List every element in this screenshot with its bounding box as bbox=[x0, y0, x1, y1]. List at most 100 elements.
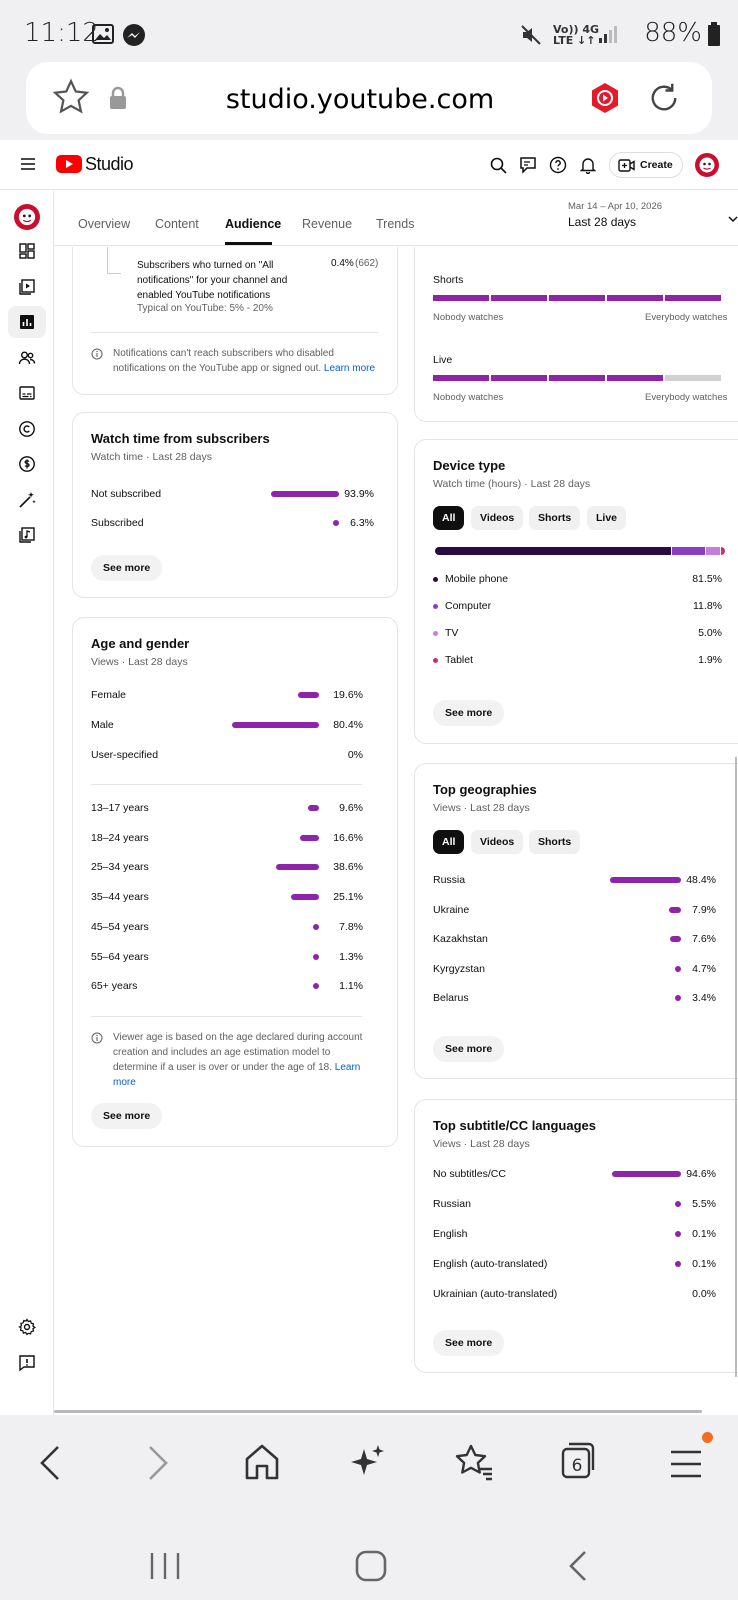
system-home-icon[interactable] bbox=[354, 1549, 388, 1583]
tab-content[interactable]: Content bbox=[155, 217, 199, 231]
row-value: 93.9% bbox=[344, 488, 374, 500]
watch-time-subscribers-card: Watch time from subscribers Watch time ·… bbox=[72, 412, 398, 598]
horizontal-scrollbar[interactable] bbox=[54, 1410, 702, 1413]
subtitles-icon[interactable] bbox=[18, 384, 36, 402]
bookmarks-icon[interactable] bbox=[454, 1443, 494, 1481]
youtube-logo-icon bbox=[56, 155, 82, 173]
row-value: 5.5% bbox=[692, 1198, 716, 1210]
home-icon[interactable] bbox=[244, 1443, 280, 1481]
ai-sparkle-icon[interactable] bbox=[350, 1443, 386, 1481]
row-label: Kazakhstan bbox=[433, 933, 488, 945]
active-tab-indicator bbox=[225, 242, 272, 245]
row-label: Female bbox=[91, 689, 127, 701]
audio-library-icon[interactable] bbox=[18, 526, 36, 544]
back-icon[interactable] bbox=[36, 1443, 66, 1483]
row-label: 45–54 years bbox=[91, 920, 149, 933]
see-more-button[interactable]: See more bbox=[433, 1036, 505, 1062]
row-label: Ukraine bbox=[433, 903, 470, 916]
row-label: Male bbox=[91, 719, 114, 731]
see-more-button[interactable]: See more bbox=[433, 1330, 505, 1356]
info-icon bbox=[91, 1032, 103, 1044]
row-value: 7.6% bbox=[692, 933, 716, 945]
tab-audience[interactable]: Audience bbox=[225, 217, 281, 231]
age-note: Viewer age is based on the age declared … bbox=[113, 1030, 363, 1090]
earn-icon[interactable] bbox=[18, 455, 36, 473]
divider bbox=[91, 1016, 362, 1017]
device-bar-segment bbox=[670, 547, 706, 555]
see-more-button[interactable]: See more bbox=[433, 700, 505, 726]
tab-overview[interactable]: Overview bbox=[78, 217, 130, 231]
studio-extension-icon[interactable] bbox=[590, 82, 620, 114]
analytics-tabs: Overview Content Audience Revenue Trends… bbox=[54, 191, 738, 246]
create-button-label: Create bbox=[640, 159, 673, 171]
scale-segment bbox=[491, 295, 547, 301]
search-icon[interactable] bbox=[490, 157, 507, 174]
row-value: 1.3% bbox=[339, 950, 363, 963]
row-label: 65+ years bbox=[91, 980, 138, 993]
row-value: 19.6% bbox=[333, 689, 363, 701]
row-value: 1.1% bbox=[339, 980, 363, 993]
customization-icon[interactable] bbox=[18, 491, 36, 509]
card-subtitle: Watch time · Last 28 days bbox=[91, 451, 212, 463]
row-value: 0.1% bbox=[692, 1228, 716, 1240]
card-subtitle: Watch time (hours) · Last 28 days bbox=[433, 478, 591, 490]
battery-level: 88% bbox=[644, 18, 702, 48]
copyright-icon[interactable] bbox=[18, 420, 36, 438]
row-label: Belarus bbox=[433, 992, 469, 1004]
row-value: 48.4% bbox=[686, 874, 716, 886]
tab-trends[interactable]: Trends bbox=[376, 217, 414, 231]
help-icon[interactable] bbox=[549, 156, 567, 174]
age-gender-card: Age and gender Views · Last 28 days Fema… bbox=[72, 617, 398, 1147]
avatar[interactable] bbox=[695, 153, 719, 177]
community-icon[interactable] bbox=[18, 349, 36, 367]
menu-icon[interactable] bbox=[20, 157, 36, 171]
reload-icon[interactable] bbox=[646, 80, 682, 116]
row-label: 13–17 years bbox=[91, 802, 149, 814]
analytics-icon[interactable] bbox=[18, 313, 36, 331]
recents-icon[interactable] bbox=[148, 1551, 182, 1581]
filter-chip-all[interactable]: All bbox=[433, 506, 465, 530]
tab-revenue[interactable]: Revenue bbox=[302, 217, 352, 231]
create-button[interactable]: Create bbox=[609, 152, 683, 178]
date-range-picker[interactable]: Mar 14 – Apr 10, 2026 Last 28 days bbox=[566, 199, 738, 235]
row-label: Russian bbox=[433, 1198, 471, 1210]
filter-chip-all[interactable]: All bbox=[433, 830, 465, 854]
comments-icon[interactable] bbox=[519, 156, 537, 174]
vertical-scrollbar[interactable] bbox=[735, 757, 737, 1377]
scale-left-label: Nobody watches bbox=[433, 392, 504, 403]
see-more-button[interactable]: See more bbox=[91, 1103, 163, 1129]
legend-dot bbox=[433, 631, 438, 636]
learn-more-link[interactable]: Learn more bbox=[324, 363, 375, 374]
row-value: 7.8% bbox=[339, 920, 363, 933]
content-icon[interactable] bbox=[18, 278, 36, 296]
filter-chip-videos[interactable]: Videos bbox=[471, 506, 524, 530]
see-more-button[interactable]: See more bbox=[91, 555, 163, 581]
row-label: English (auto-translated) bbox=[433, 1258, 548, 1270]
row-label: Russia bbox=[433, 874, 466, 886]
dashboard-icon[interactable] bbox=[18, 242, 36, 260]
system-back-icon[interactable] bbox=[566, 1549, 590, 1583]
legend-dot bbox=[433, 658, 438, 663]
row-value: 16.6% bbox=[333, 831, 363, 844]
row-label: User-specified bbox=[91, 749, 159, 761]
row-label: Not subscribed bbox=[91, 488, 162, 500]
messenger-icon bbox=[123, 24, 145, 46]
legend-dot bbox=[433, 577, 438, 582]
settings-icon[interactable] bbox=[18, 1318, 36, 1336]
forward-icon[interactable] bbox=[142, 1443, 172, 1483]
device-value: 11.8% bbox=[693, 600, 722, 612]
card-title: Device type bbox=[433, 458, 506, 473]
browser-menu-icon[interactable] bbox=[670, 1449, 702, 1479]
network-indicator: Vo)) 4G LTE ↓↑ bbox=[553, 23, 600, 47]
filter-chip-live[interactable]: Live bbox=[587, 506, 627, 530]
filter-chip-videos[interactable]: Videos bbox=[471, 830, 524, 854]
filter-chip-shorts[interactable]: Shorts bbox=[529, 830, 581, 854]
bell-icon[interactable] bbox=[580, 156, 596, 174]
feedback-icon[interactable] bbox=[18, 1354, 36, 1372]
divider bbox=[91, 332, 378, 333]
create-video-icon bbox=[618, 159, 635, 172]
age-note-text: Viewer age is based on the age declared … bbox=[113, 1032, 363, 1073]
filter-chip-shorts[interactable]: Shorts bbox=[529, 506, 581, 530]
channel-avatar[interactable] bbox=[14, 204, 40, 230]
card-title: Age and gender bbox=[91, 636, 190, 651]
